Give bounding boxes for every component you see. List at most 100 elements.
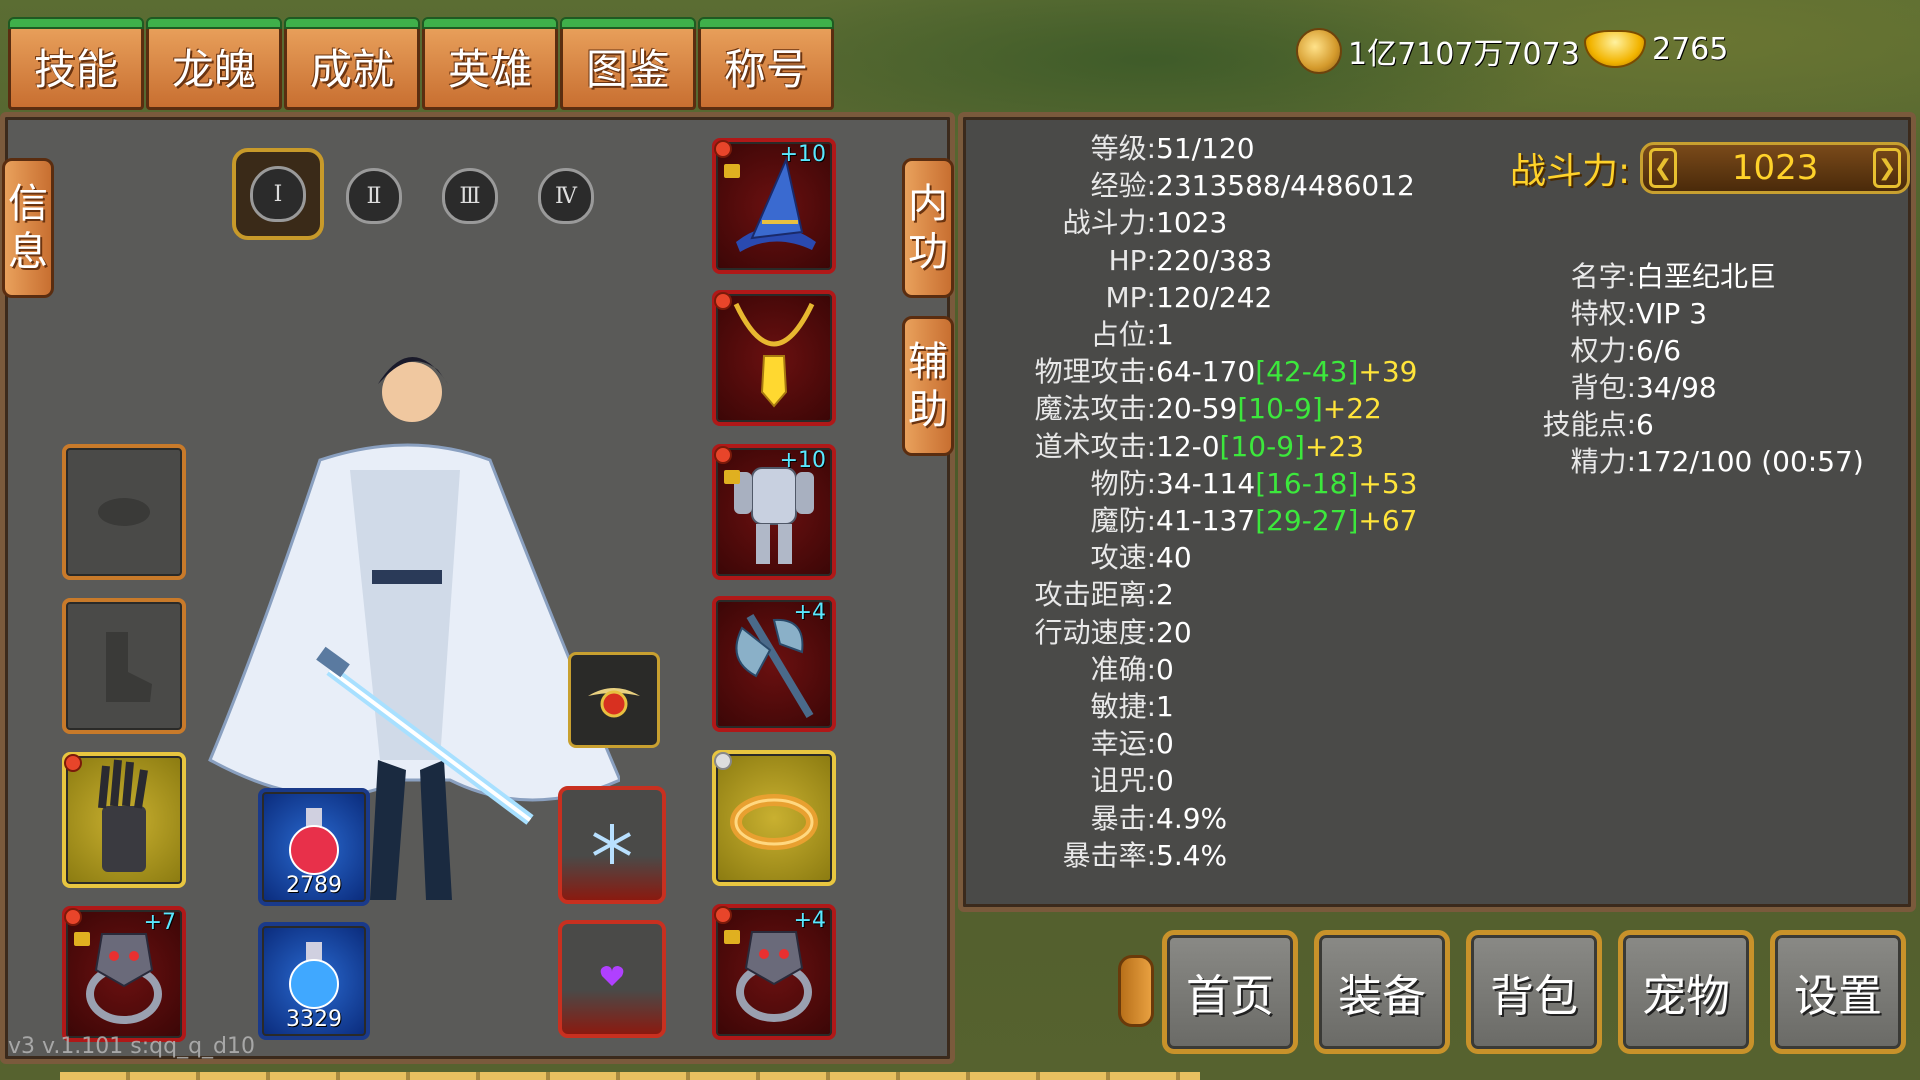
- rank-shield-icon: Ⅳ: [538, 168, 594, 224]
- info-value: 34/98: [1636, 371, 1717, 404]
- emblem-slot[interactable]: [568, 652, 660, 748]
- stat-bonus: [42-43]: [1255, 355, 1359, 389]
- equip-slot-weapon[interactable]: +4: [712, 596, 836, 732]
- side-tab-assist[interactable]: 辅 助: [902, 316, 954, 456]
- stat-row: 准确: 0: [1008, 651, 1418, 688]
- side-tab-neigong[interactable]: 内 功: [902, 158, 954, 298]
- stat-row: 魔防: 41-137 [29-27] +67: [1008, 502, 1418, 539]
- rank-tier-4-button[interactable]: Ⅳ: [538, 168, 594, 224]
- stat-value: 0: [1156, 764, 1174, 798]
- info-row: 技能点: 6: [1530, 406, 1864, 443]
- equip-slot-ring-right[interactable]: +4: [712, 904, 836, 1040]
- cloth-placeholder-icon: [98, 498, 150, 526]
- gauntlet-icon: [98, 759, 148, 872]
- red-dot-icon: [714, 292, 732, 310]
- stat-label: 攻速:: [1090, 541, 1156, 575]
- snowflake-icon: [593, 824, 631, 864]
- lock-icon: [724, 930, 740, 944]
- hp-potion-count: 2789: [286, 873, 342, 898]
- stat-value: 20-59: [1156, 392, 1238, 426]
- side-tab-info-char1: 信: [8, 181, 48, 227]
- stat-row: 占位: 1: [1008, 316, 1418, 353]
- combat-power: 战斗力: ❮ 1023 ❯: [1510, 142, 1911, 194]
- info-label: 权力:: [1570, 334, 1636, 367]
- stat-row: 物防: 34-114 [16-18] +53: [1008, 465, 1418, 502]
- stat-value: 5.4%: [1156, 838, 1228, 872]
- stat-row: 诅咒: 0: [1008, 762, 1418, 799]
- stat-label: MP:: [1105, 280, 1156, 314]
- equip-slot-necklace[interactable]: [712, 290, 836, 426]
- lock-icon: [724, 470, 740, 484]
- rank-tier-1-button[interactable]: Ⅰ: [232, 148, 324, 240]
- stat-value: 20: [1156, 615, 1192, 649]
- tab-heroes[interactable]: 英雄: [422, 17, 558, 110]
- equip-slot-helmet[interactable]: +10: [712, 138, 836, 274]
- ring-left-enhance-level: +7: [143, 910, 176, 935]
- equip-slot-bracelet[interactable]: [712, 750, 836, 886]
- rank-tier-2-button[interactable]: Ⅱ: [346, 168, 402, 224]
- combat-power-box: ❮ 1023 ❯: [1640, 142, 1911, 194]
- equipment-button[interactable]: 装备: [1314, 930, 1450, 1054]
- stat-row: 攻速: 40: [1008, 539, 1418, 576]
- stat-label: 等级:: [1090, 132, 1156, 165]
- rank-shield-icon: Ⅰ: [250, 166, 306, 222]
- stat-label: 行动速度:: [1034, 615, 1156, 649]
- equip-slot-empty-2[interactable]: [62, 598, 186, 734]
- combat-power-label: 战斗力:: [1510, 151, 1631, 192]
- stat-value: 2313588/4486012: [1156, 169, 1415, 203]
- info-row: 名字: 白垩纪北巨: [1530, 258, 1864, 295]
- info-label: 精力:: [1570, 445, 1636, 478]
- rank-3-label: Ⅲ: [459, 183, 481, 209]
- purple-heart-icon: [600, 966, 624, 986]
- stat-label: HP:: [1108, 243, 1156, 277]
- mp-potion-slot[interactable]: 3329: [258, 922, 370, 1040]
- gold-coin-amount: 1亿7107万7073: [1348, 37, 1580, 72]
- bag-button[interactable]: 背包: [1466, 930, 1602, 1054]
- menu-collapse-handle[interactable]: [1118, 955, 1154, 1027]
- rank-4-label: Ⅳ: [555, 183, 577, 209]
- tab-codex[interactable]: 图鉴: [560, 17, 696, 110]
- necklace-icon: [733, 302, 815, 408]
- rank-tier-3-button[interactable]: Ⅲ: [442, 168, 498, 224]
- stat-label: 战斗力:: [1062, 206, 1156, 240]
- stat-label: 诅咒:: [1090, 764, 1156, 798]
- rank-shield-icon: Ⅲ: [442, 168, 498, 224]
- tab-achievements[interactable]: 成就: [284, 17, 420, 110]
- stat-row: 幸运: 0: [1008, 725, 1418, 762]
- equip-slot-armor[interactable]: +10: [712, 444, 836, 580]
- gem-slot-heart[interactable]: [558, 920, 666, 1038]
- player-info: 名字: 白垩纪北巨 特权: VIP 3 权力: 6/6 背包: 34/98 技能点: 6…: [1530, 258, 1864, 480]
- info-row: 权力: 6/6: [1530, 332, 1864, 369]
- stat-label: 幸运:: [1090, 727, 1156, 761]
- pet-button[interactable]: 宠物: [1618, 930, 1754, 1054]
- ingot-display: 2765: [1584, 30, 1728, 68]
- stat-extra: +39: [1358, 355, 1418, 389]
- side-tab-neigong-char2: 功: [908, 229, 948, 275]
- stat-value: 34-114: [1156, 466, 1256, 500]
- mp-potion-count: 3329: [286, 1007, 342, 1032]
- hp-potion-slot[interactable]: 2789: [258, 788, 370, 906]
- equip-slot-ring-left[interactable]: +7: [62, 906, 186, 1042]
- info-label: 名字:: [1570, 260, 1636, 293]
- stats-list: 等级: 51/120 经验: 2313588/4486012 战斗力: 1023 HP…: [1008, 130, 1418, 874]
- equip-slot-empty-1[interactable]: [62, 444, 186, 580]
- ring-right-enhance-level: +4: [793, 908, 826, 933]
- side-tab-assist-char1: 辅: [908, 339, 948, 385]
- stat-label: 魔防:: [1090, 504, 1156, 538]
- tab-skills[interactable]: 技能: [8, 17, 144, 110]
- equip-slot-gloves[interactable]: [62, 752, 186, 888]
- tab-dragon-soul[interactable]: 龙魄: [146, 17, 282, 110]
- stat-extra: +53: [1358, 466, 1418, 500]
- stat-extra: +23: [1304, 429, 1365, 463]
- tab-titles[interactable]: 称号: [698, 17, 834, 110]
- stat-label: 物防:: [1090, 466, 1156, 500]
- stat-value: 2: [1156, 578, 1174, 612]
- settings-button[interactable]: 设置: [1770, 930, 1906, 1054]
- gem-slot-ice[interactable]: [558, 786, 666, 904]
- rank-2-label: Ⅱ: [366, 183, 382, 209]
- side-tab-info[interactable]: 信 息: [2, 158, 54, 298]
- home-button[interactable]: 首页: [1162, 930, 1298, 1054]
- weapon-enhance-level: +4: [793, 600, 826, 625]
- stat-row: HP: 220/383: [1008, 242, 1418, 279]
- red-dot-icon: [714, 446, 732, 464]
